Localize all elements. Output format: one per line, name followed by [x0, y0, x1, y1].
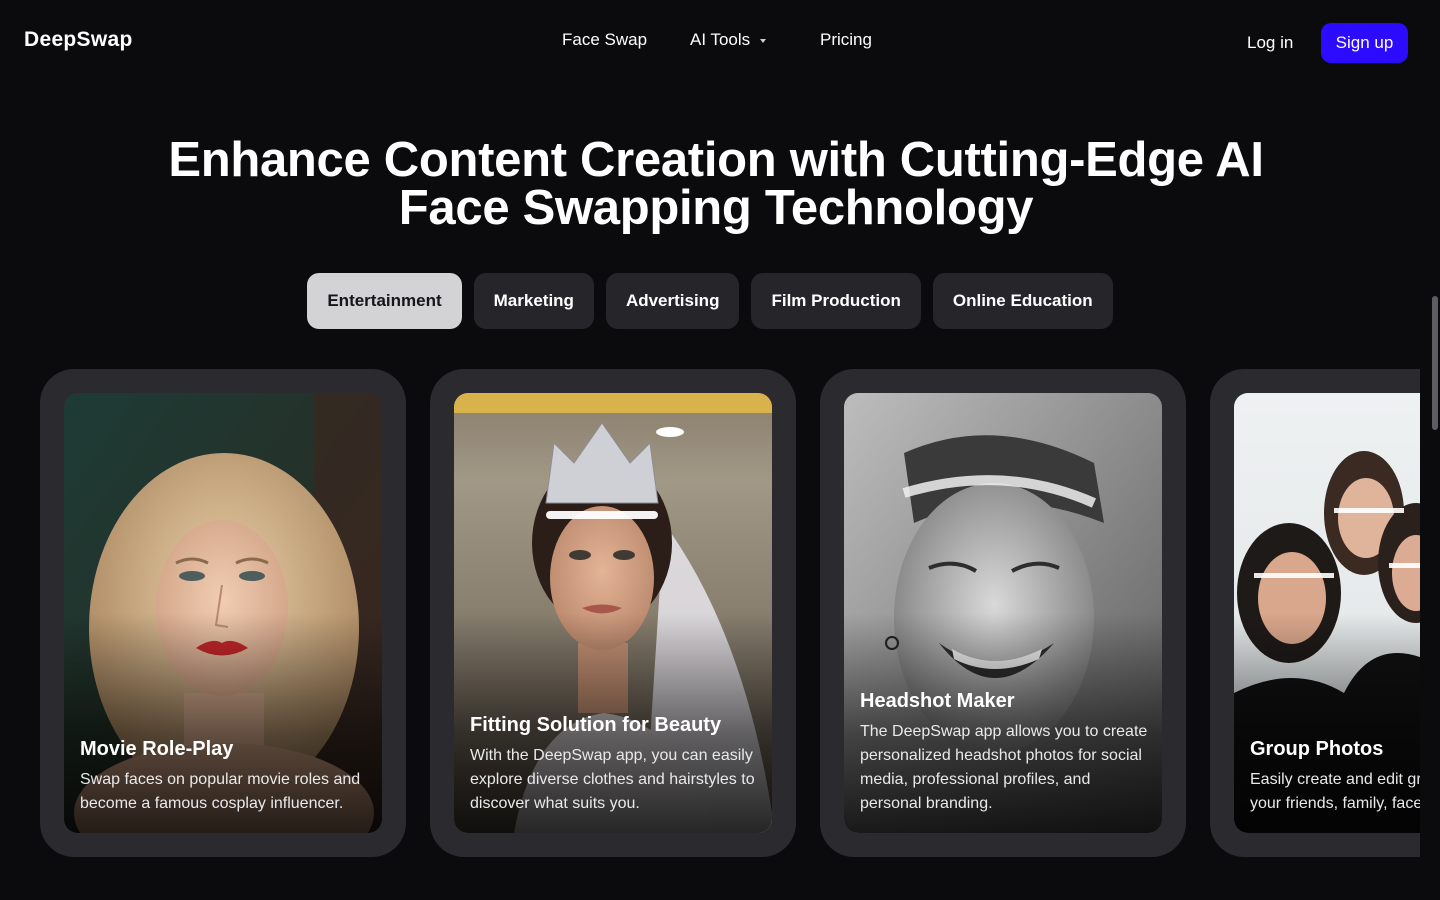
- nav-ai-tools[interactable]: AI Tools: [690, 30, 767, 50]
- category-tabs: Entertainment Marketing Advertising Film…: [0, 273, 1420, 329]
- top-navigation-bar: DeepSwap Face Swap AI Tools Pricing Log …: [0, 0, 1440, 84]
- scrollbar-thumb[interactable]: [1432, 296, 1438, 430]
- card-title: Group Photos: [1250, 738, 1384, 760]
- nav-ai-tools-label: AI Tools: [690, 30, 751, 49]
- nav-pricing[interactable]: Pricing: [820, 30, 872, 50]
- tab-online-education[interactable]: Online Education: [932, 273, 1113, 329]
- use-case-card-headshot-maker[interactable]: Headshot Maker The DeepSwap app allows y…: [820, 369, 1186, 857]
- tab-entertainment[interactable]: Entertainment: [307, 273, 462, 329]
- deepswap-logo[interactable]: DeepSwap: [24, 28, 133, 52]
- card-image-beauty: Fitting Solution for Beauty With the Dee…: [454, 393, 772, 833]
- use-case-card-movie-role-play[interactable]: Movie Role-Play Swap faces on popular mo…: [40, 369, 406, 857]
- card-description: Easily create and edit group photos with…: [1250, 771, 1420, 812]
- card-description: With the DeepSwap app, you can easily ex…: [470, 747, 755, 812]
- card-title: Headshot Maker: [860, 690, 1015, 712]
- nav-face-swap[interactable]: Face Swap: [562, 30, 647, 50]
- card-description: Swap faces on popular movie roles and be…: [80, 771, 361, 812]
- card-image-movie-role-play: Movie Role-Play Swap faces on popular mo…: [64, 393, 382, 833]
- tab-marketing[interactable]: Marketing: [473, 273, 594, 329]
- tab-advertising[interactable]: Advertising: [605, 273, 740, 329]
- chevron-down-icon: [760, 39, 767, 43]
- card-title: Movie Role-Play: [80, 738, 234, 760]
- login-link[interactable]: Log in: [1247, 33, 1293, 53]
- card-image-headshot: Headshot Maker The DeepSwap app allows y…: [844, 393, 1162, 833]
- tab-film-production[interactable]: Film Production: [751, 273, 921, 329]
- card-description: The DeepSwap app allows you to create pe…: [860, 723, 1148, 812]
- use-case-card-group-photos[interactable]: Group Photos Easily create and edit grou…: [1210, 369, 1420, 857]
- page-scrollbar[interactable]: [1428, 0, 1440, 900]
- hero-title-line-1: Enhance Content Creation with Cutting-Ed…: [168, 133, 1264, 187]
- card-title: Fitting Solution for Beauty: [470, 714, 722, 736]
- use-case-carousel: Movie Role-Play Swap faces on popular mo…: [0, 369, 1420, 859]
- use-case-card-beauty[interactable]: Fitting Solution for Beauty With the Dee…: [430, 369, 796, 857]
- signup-button[interactable]: Sign up: [1321, 23, 1408, 63]
- card-image-group-photos: Group Photos Easily create and edit grou…: [1234, 393, 1420, 833]
- hero-title-line-2: Face Swapping Technology: [398, 181, 1034, 235]
- hero-title: Enhance Content Creation with Cutting-Ed…: [120, 133, 1312, 235]
